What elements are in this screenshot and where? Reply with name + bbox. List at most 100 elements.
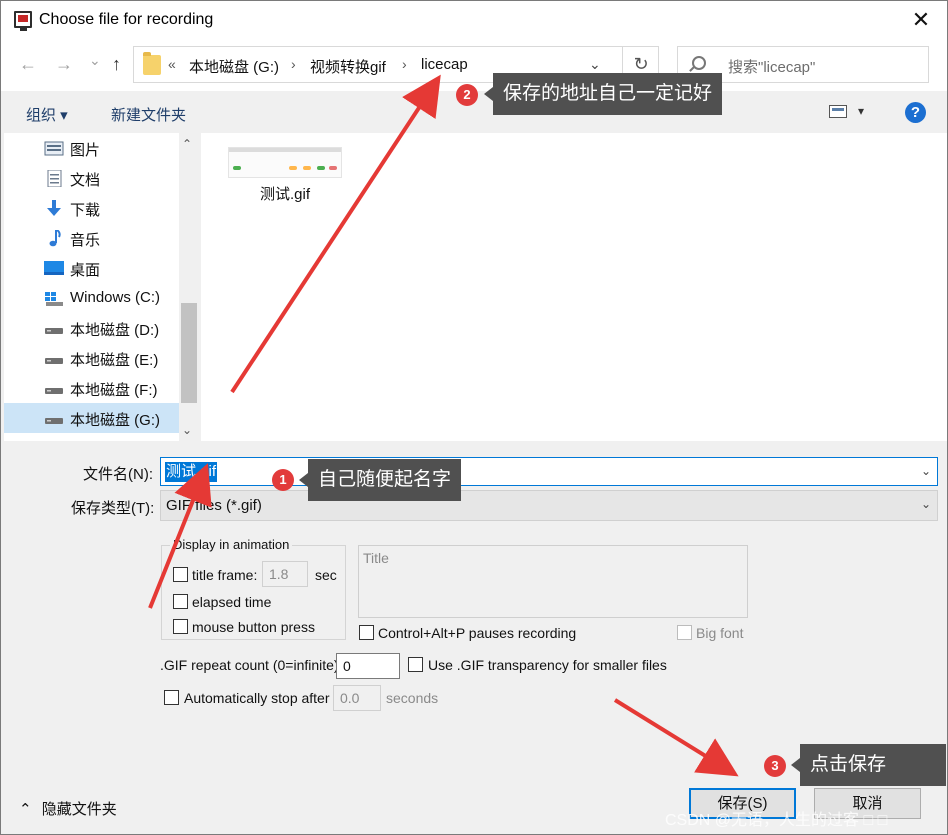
sidebar-item-windows-c[interactable]: Windows (C:): [4, 283, 179, 313]
drive-icon: [45, 358, 63, 364]
repeat-count-input[interactable]: 0: [336, 653, 400, 679]
sidebar-item-drive-e[interactable]: 本地磁盘 (E:): [4, 343, 179, 373]
file-name: 测试.gif: [260, 186, 311, 203]
filename-value[interactable]: 测试.gif: [165, 462, 218, 482]
new-folder-button[interactable]: 新建文件夹: [111, 104, 186, 125]
mouse-button-label: mouse button press: [192, 619, 315, 635]
sidebar-item-label: 本地磁盘 (F:): [70, 382, 158, 399]
drive-icon: [45, 388, 63, 394]
sidebar-item-drive-g[interactable]: 本地磁盘 (G:): [4, 403, 179, 433]
scroll-thumb[interactable]: [181, 303, 197, 403]
gif-thumbnail: [228, 147, 342, 178]
sidebar-item-label: 图片: [70, 142, 101, 159]
sidebar-item-label: 桌面: [70, 262, 101, 279]
desktop-icon: [44, 261, 64, 275]
view-dropdown-icon[interactable]: ▾: [858, 104, 864, 118]
up-arrow-icon[interactable]: ↑: [112, 54, 121, 75]
close-button[interactable]: ✕: [907, 7, 935, 35]
address-dropdown-icon[interactable]: ⌄: [589, 56, 601, 73]
title-bar: Choose file for recording ✕: [1, 1, 947, 41]
window-title: Choose file for recording: [39, 11, 214, 28]
filename-label: 文件名(N):: [83, 466, 153, 483]
search-icon: [692, 56, 706, 70]
file-item[interactable]: 测试.gif: [201, 133, 371, 213]
sidebar-item-label: Windows (C:): [70, 289, 161, 306]
help-icon[interactable]: ?: [905, 102, 926, 123]
sidebar-item-label: 下载: [70, 202, 101, 219]
sidebar-item-music[interactable]: 音乐: [4, 223, 179, 253]
sidebar-item-pictures[interactable]: 图片: [4, 133, 179, 163]
auto-stop-unit: seconds: [386, 690, 439, 706]
music-icon: [49, 230, 61, 247]
title-frame-label: title frame:: [192, 567, 258, 583]
title-box-label: Title: [363, 550, 389, 566]
filetype-label: 保存类型(T):: [71, 500, 155, 517]
licecap-app-icon: [14, 11, 32, 31]
file-dialog: Choose file for recording ✕ ← → ⌄ ↑ « 本地…: [0, 0, 948, 835]
sidebar-scrollbar[interactable]: ⌃ ⌄: [179, 133, 199, 441]
callout-click-save: 点击保存: [791, 744, 946, 786]
auto-stop-checkbox[interactable]: [164, 690, 179, 705]
documents-icon: [47, 170, 62, 187]
chevron-down-icon[interactable]: ⌄: [921, 497, 931, 511]
pause-hotkey-label: Control+Alt+P pauses recording: [378, 625, 577, 641]
breadcrumb-separator[interactable]: ›: [402, 56, 407, 72]
view-options-icon[interactable]: [829, 105, 847, 118]
sidebar-item-desktop[interactable]: 桌面: [4, 253, 179, 283]
transparency-label: Use .GIF transparency for smaller files: [428, 657, 667, 673]
title-frame-seconds-input[interactable]: 1.8: [262, 561, 308, 587]
breadcrumb-separator[interactable]: ›: [291, 56, 296, 72]
sidebar-item-label: 文档: [70, 172, 101, 189]
sidebar-item-drive-f[interactable]: 本地磁盘 (F:): [4, 373, 179, 403]
scroll-down-icon[interactable]: ⌄: [182, 423, 192, 437]
breadcrumb-folder[interactable]: 视频转换gif: [310, 56, 386, 77]
sidebar-item-label: 音乐: [70, 232, 101, 249]
filetype-select[interactable]: GIF files (*.gif) ⌄: [160, 490, 938, 521]
sidebar-item-label: 本地磁盘 (E:): [70, 352, 159, 369]
folder-icon: [143, 52, 161, 75]
callout-save-location: 保存的地址自己一定记好: [483, 73, 723, 115]
sidebar-item-downloads[interactable]: 下载: [4, 193, 179, 223]
step-badge-3: 3: [764, 755, 786, 777]
repeat-count-label: .GIF repeat count (0=infinite):: [160, 657, 343, 673]
navigation-pane: 图片 文档 下载 音乐 桌面 Windows (C:) 本地磁盘 (D:) 本地…: [4, 133, 199, 441]
group-title: Display in animation: [170, 537, 293, 552]
step-badge-1: 1: [272, 469, 294, 491]
scroll-up-icon[interactable]: ⌃: [182, 137, 192, 151]
drive-icon: [45, 418, 63, 424]
auto-stop-seconds-input[interactable]: 0.0: [333, 685, 381, 711]
auto-stop-label: Automatically stop after: [184, 690, 330, 706]
step-badge-2: 2: [456, 84, 478, 106]
navigation-bar: ← → ⌄ ↑ « 本地磁盘 (G:) › 视频转换gif › licecap …: [1, 41, 947, 91]
forward-arrow-icon[interactable]: →: [55, 54, 73, 75]
back-arrow-icon[interactable]: ←: [19, 54, 37, 75]
recent-locations-icon[interactable]: ⌄: [89, 52, 101, 69]
elapsed-time-label: elapsed time: [192, 594, 272, 610]
title-text-area[interactable]: Title: [358, 545, 748, 618]
sidebar-item-documents[interactable]: 文档: [4, 163, 179, 193]
file-list: 测试.gif: [201, 133, 947, 441]
sidebar-item-label: 本地磁盘 (G:): [70, 412, 160, 429]
elapsed-time-checkbox[interactable]: [173, 594, 188, 609]
breadcrumb-overflow[interactable]: «: [168, 56, 176, 72]
hide-folders-toggle[interactable]: ⌃ 隐藏文件夹: [19, 798, 117, 819]
pause-hotkey-checkbox[interactable]: [359, 625, 374, 640]
title-frame-checkbox[interactable]: [173, 567, 188, 582]
sidebar-item-drive-d[interactable]: 本地磁盘 (D:): [4, 313, 179, 343]
display-options-group: Display in animation title frame: 1.8 se…: [161, 537, 346, 640]
mouse-button-checkbox[interactable]: [173, 619, 188, 634]
organize-button[interactable]: 组织 ▾: [26, 104, 68, 125]
chevron-down-icon[interactable]: ⌄: [921, 464, 931, 478]
transparency-checkbox[interactable]: [408, 657, 423, 672]
filetype-value: GIF files (*.gif): [166, 497, 262, 514]
big-font-label: Big font: [696, 625, 744, 641]
drive-icon: [45, 328, 63, 334]
chevron-up-icon: ⌃: [19, 801, 32, 818]
breadcrumb-drive[interactable]: 本地磁盘 (G:): [189, 56, 279, 77]
windows-drive-icon: [45, 292, 63, 306]
breadcrumb-current[interactable]: licecap: [421, 56, 468, 73]
pictures-icon: [44, 141, 64, 156]
callout-filename: 自己随便起名字: [298, 459, 462, 501]
downloads-icon: [47, 200, 61, 216]
big-font-checkbox[interactable]: [677, 625, 692, 640]
